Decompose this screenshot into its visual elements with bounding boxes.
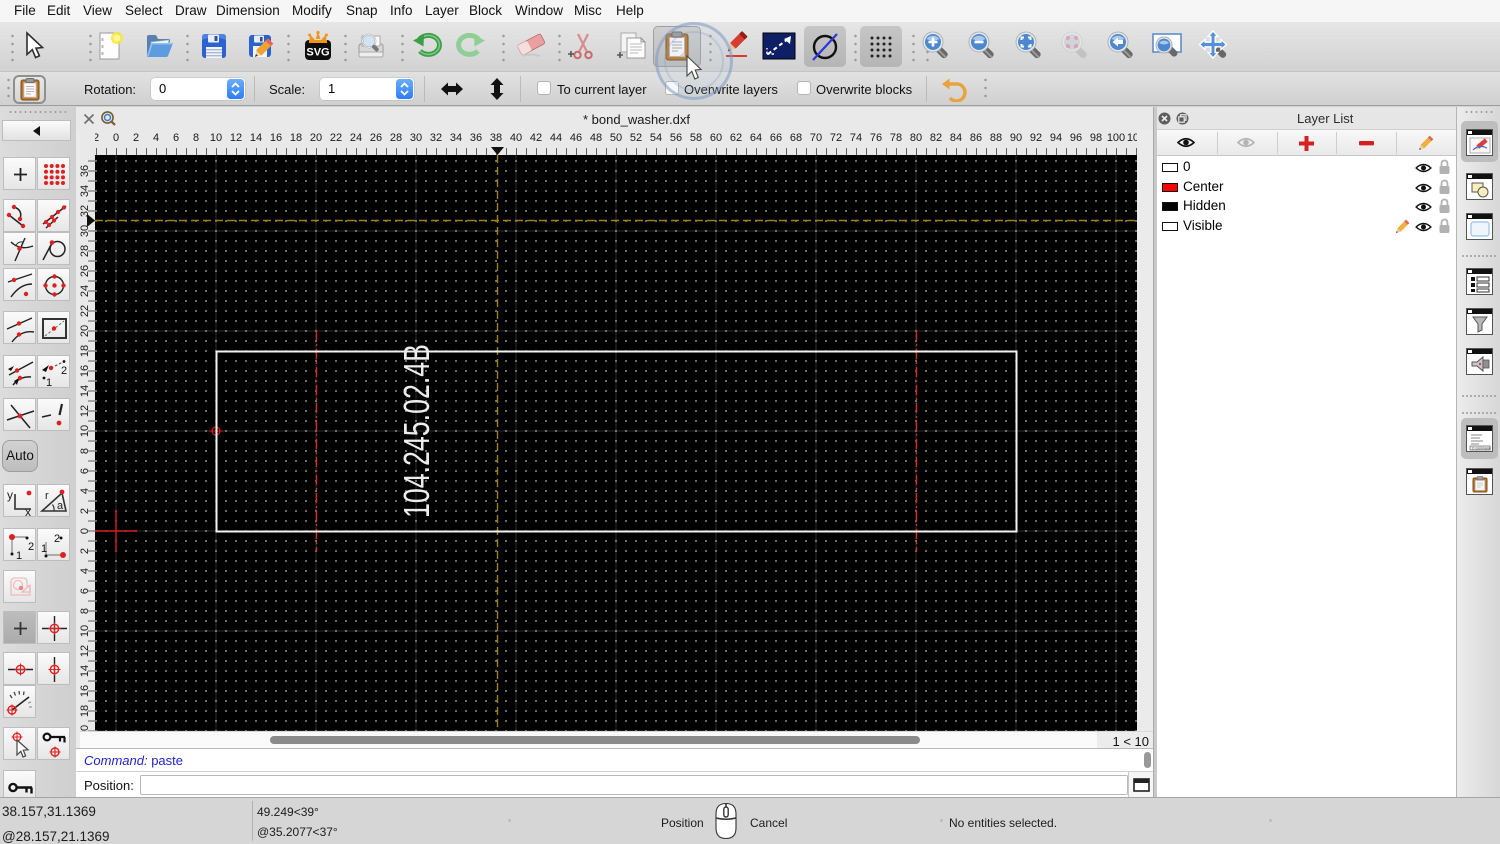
svg-text:104.245.02.4B: 104.245.02.4B — [396, 344, 437, 518]
svg-text:1: 1 — [41, 543, 47, 555]
svg-text:a: a — [57, 500, 64, 512]
svg-text:C command: C command — [1472, 447, 1491, 451]
svg-text:2: 2 — [28, 541, 34, 553]
svg-text:y: y — [7, 488, 13, 502]
svg-text:2: 2 — [61, 365, 67, 377]
svg-text:x: x — [25, 505, 31, 518]
svg-text:2: 2 — [54, 533, 60, 545]
svg-text:1: 1 — [46, 377, 52, 389]
svg-text:1: 1 — [16, 550, 22, 562]
svg-text:r: r — [45, 490, 49, 502]
svg-text:SVG: SVG — [306, 47, 329, 59]
